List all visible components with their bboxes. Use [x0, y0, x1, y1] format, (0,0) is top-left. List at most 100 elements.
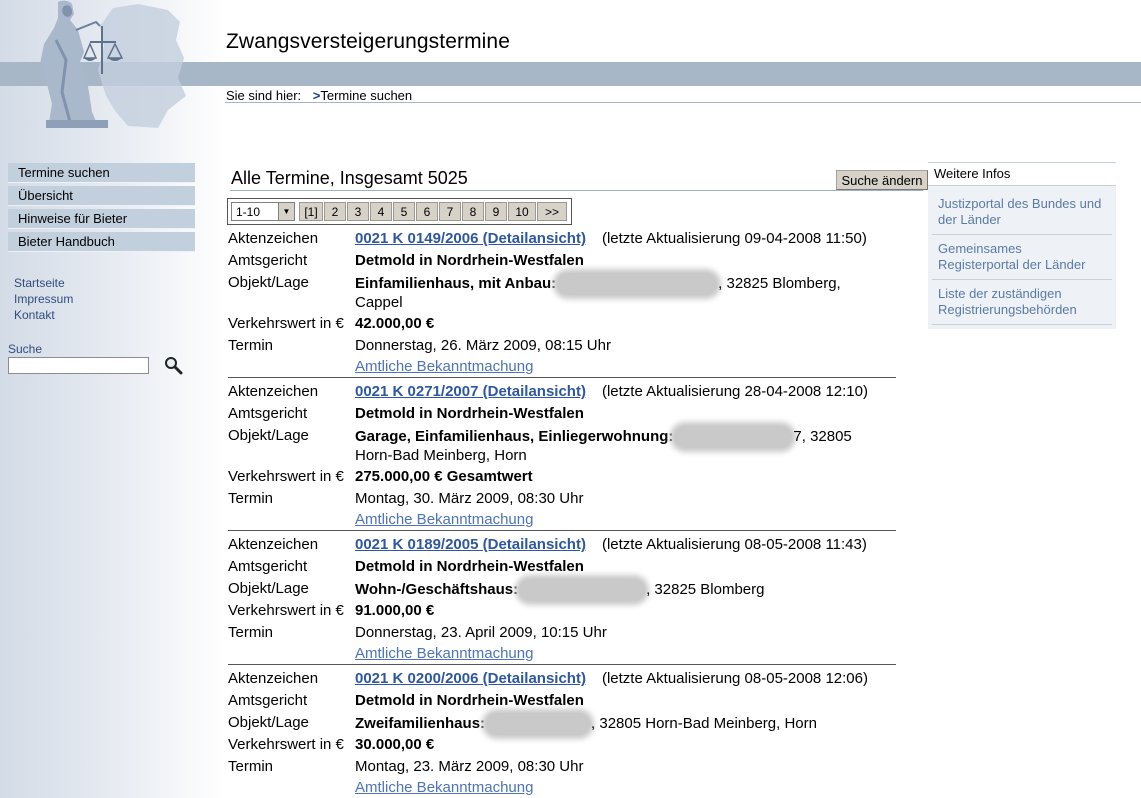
court-value: Detmold in Nordrhein-Westfalen	[355, 252, 584, 269]
breadcrumb-prefix: Sie sind hier:	[226, 88, 302, 103]
label-amtsgericht: Amtsgericht	[228, 405, 308, 422]
page-size-value: 1-10	[236, 205, 261, 219]
page-button-8[interactable]: 8	[462, 202, 484, 221]
last-updated: (letzte Aktualisierung 28-04-2008 12:10)	[601, 383, 868, 400]
label-termin: Termin	[228, 337, 274, 354]
dropdown-arrow-icon[interactable]: ▼	[278, 203, 294, 220]
nav-item-uebersicht[interactable]: Übersicht	[8, 186, 195, 206]
notice-link[interactable]: Amtliche Bekanntmachung	[355, 357, 533, 377]
label-verkehrswert: Verkehrswert in €	[228, 468, 344, 485]
record-divider	[228, 530, 896, 531]
label-verkehrswert: Verkehrswert in €	[228, 315, 344, 332]
breadcrumb-current[interactable]: Termine suchen	[320, 88, 412, 103]
label-objekt: Objekt/Lage	[228, 427, 309, 444]
object-location-cont: Horn-Bad Meinberg, Horn	[355, 447, 527, 464]
search-input[interactable]	[8, 357, 149, 374]
notice-link[interactable]: Amtliche Bekanntmachung	[355, 510, 533, 530]
auction-date: Montag, 30. März 2009, 08:30 Uhr	[355, 490, 584, 507]
link-justizportal[interactable]: Justizportal des Bundes und der Länder	[932, 190, 1112, 235]
court-value: Detmold in Nordrhein-Westfalen	[355, 405, 584, 422]
value-suffix: Gesamtwert	[446, 468, 533, 485]
page-button-4[interactable]: 4	[370, 202, 392, 221]
object-location-cont: Cappel	[355, 294, 403, 311]
market-value: 91.000,00 €	[355, 602, 435, 619]
nav-item-hinweise[interactable]: Hinweise für Bieter	[8, 209, 195, 229]
last-updated: (letzte Aktualisierung 09-04-2008 11:50)	[601, 230, 867, 247]
redacted-address	[674, 426, 793, 448]
object-type: Zweifamilienhaus:	[355, 714, 486, 732]
market-value: 42.000,00 €	[355, 315, 435, 332]
record-divider	[228, 377, 896, 378]
page-button-6[interactable]: 6	[416, 202, 438, 221]
last-updated: (letzte Aktualisierung 08-05-2008 12:06)	[601, 670, 868, 687]
label-termin: Termin	[228, 490, 274, 507]
label-aktenzeichen: Aktenzeichen	[228, 230, 319, 247]
pager: 1-10 ▼ [1] 2 3 4 5 6 7 8 9 10 >>	[227, 198, 572, 225]
market-value: 275.000,00 €	[355, 468, 443, 485]
redacted-address	[519, 579, 646, 601]
auction-date: Donnerstag, 23. April 2009, 10:15 Uhr	[355, 624, 607, 641]
label-amtsgericht: Amtsgericht	[228, 252, 308, 269]
page-button-2[interactable]: 2	[324, 202, 346, 221]
label-aktenzeichen: Aktenzeichen	[228, 383, 319, 400]
page-button-1[interactable]: [1]	[299, 202, 323, 221]
last-updated: (letzte Aktualisierung 08-05-2008 11:43)	[601, 536, 867, 553]
label-amtsgericht: Amtsgericht	[228, 558, 308, 575]
page-button-next[interactable]: >>	[537, 202, 567, 221]
notice-link[interactable]: Amtliche Bekanntmachung	[355, 644, 533, 664]
link-registerportal[interactable]: Gemeinsames Registerportal der Länder	[932, 235, 1112, 280]
page-button-10[interactable]: 10	[508, 202, 536, 221]
redacted-address	[557, 273, 718, 295]
link-registrierungsbehoerden[interactable]: Liste der zuständigen Registrierungsbehö…	[932, 280, 1112, 325]
change-search-button[interactable]: Suche ändern	[836, 170, 928, 190]
nav-item-handbuch[interactable]: Bieter Handbuch	[8, 232, 195, 252]
label-aktenzeichen: Aktenzeichen	[228, 670, 319, 687]
object-type: Garage, Einfamilienhaus, Einliegerwohnun…	[355, 427, 674, 445]
sidebar-nav: Termine suchen Übersicht Hinweise für Bi…	[8, 163, 195, 255]
results-heading: Alle Termine, Insgesamt 5025	[231, 168, 468, 188]
object-type: Einfamilienhaus, mit Anbau:	[355, 274, 557, 292]
market-value: 30.000,00 €	[355, 736, 435, 753]
court-value: Detmold in Nordrhein-Westfalen	[355, 692, 584, 709]
court-value: Detmold in Nordrhein-Westfalen	[355, 558, 584, 575]
object-location: , 32825 Blomberg,	[718, 274, 841, 292]
page-button-7[interactable]: 7	[439, 202, 461, 221]
further-info-panel: Weitere Infos Justizportal des Bundes un…	[928, 162, 1116, 329]
object-location: , 32825 Blomberg	[646, 580, 765, 598]
breadcrumb: Sie sind hier: >Termine suchen	[226, 88, 412, 103]
record-divider	[228, 664, 896, 665]
page-button-9[interactable]: 9	[485, 202, 507, 221]
case-link[interactable]: 0021 K 0189/2005 (Detailansicht)	[355, 536, 586, 553]
magnifier-icon[interactable]	[163, 355, 183, 375]
page-button-3[interactable]: 3	[347, 202, 369, 221]
page-buttons: [1] 2 3 4 5 6 7 8 9 10 >>	[299, 202, 568, 221]
link-kontakt[interactable]: Kontakt	[14, 307, 73, 323]
case-link[interactable]: 0021 K 0200/2006 (Detailansicht)	[355, 670, 586, 687]
notice-link[interactable]: Amtliche Bekanntmachung	[355, 778, 533, 798]
object-type: Wohn-/Geschäftshaus:	[355, 580, 519, 598]
sidebar-links: Startseite Impressum Kontakt	[14, 275, 73, 323]
object-location: , 32805 Horn-Bad Meinberg, Horn	[591, 714, 817, 732]
heading-divider	[230, 190, 923, 191]
label-verkehrswert: Verkehrswert in €	[228, 602, 344, 619]
case-link[interactable]: 0021 K 0271/2007 (Detailansicht)	[355, 383, 586, 400]
auction-date: Donnerstag, 26. März 2009, 08:15 Uhr	[355, 337, 611, 354]
nav-item-termine-suchen[interactable]: Termine suchen	[8, 163, 195, 183]
case-link[interactable]: 0021 K 0149/2006 (Detailansicht)	[355, 230, 586, 247]
justitia-logo	[40, 0, 186, 128]
redacted-address	[486, 713, 591, 735]
object-location: 7, 32805	[793, 427, 852, 445]
page-size-select[interactable]: 1-10 ▼	[231, 202, 295, 221]
label-amtsgericht: Amtsgericht	[228, 692, 308, 709]
page-button-5[interactable]: 5	[393, 202, 415, 221]
link-impressum[interactable]: Impressum	[14, 291, 73, 307]
further-info-heading: Weitere Infos	[928, 162, 1116, 186]
label-objekt: Objekt/Lage	[228, 714, 309, 731]
label-termin: Termin	[228, 624, 274, 641]
label-objekt: Objekt/Lage	[228, 580, 309, 597]
label-verkehrswert: Verkehrswert in €	[228, 736, 344, 753]
auction-date: Montag, 23. März 2009, 08:30 Uhr	[355, 758, 584, 775]
label-aktenzeichen: Aktenzeichen	[228, 536, 319, 553]
site-title: Zwangsversteigerungstermine	[226, 30, 510, 53]
link-startseite[interactable]: Startseite	[14, 275, 73, 291]
